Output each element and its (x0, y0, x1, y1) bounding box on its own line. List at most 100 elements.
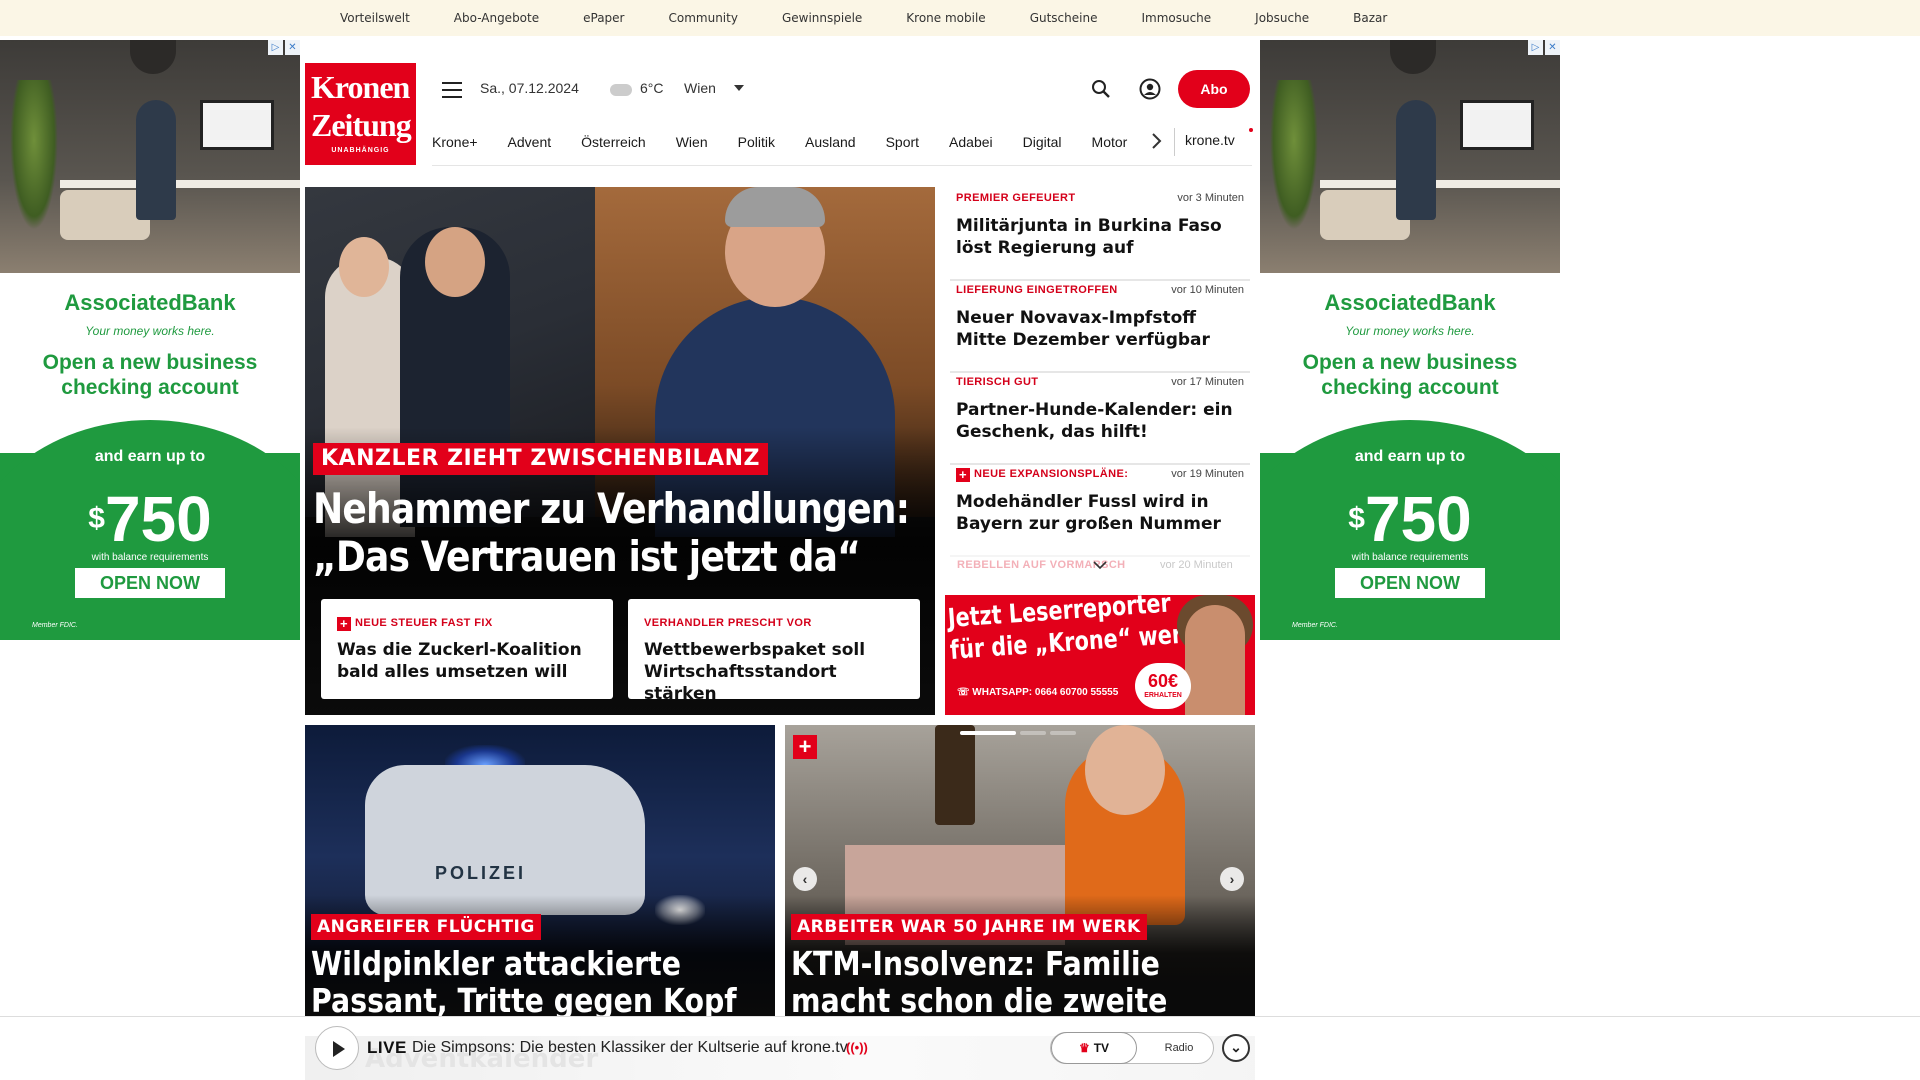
leserreporter-banner[interactable]: Jetzt Leserreporter für die „Krone“ werd… (945, 595, 1255, 715)
carousel-prev-icon[interactable]: ‹ (793, 867, 817, 891)
top-link[interactable]: Jobsuche (1255, 11, 1309, 25)
ad-left[interactable]: AssociatedBank Your money works here. Op… (0, 40, 300, 640)
ad-brand-name: AssociatedBank (1324, 290, 1496, 315)
nav-item[interactable]: Politik (738, 134, 775, 150)
ticker-item[interactable]: PREMIER GEFEUERT vor 3 Minuten Militärjunt… (950, 189, 1250, 281)
nav-item[interactable]: Adabei (949, 134, 993, 150)
ad-cta-button[interactable]: OPEN NOW (75, 568, 225, 598)
nav-item[interactable]: Wien (676, 134, 708, 150)
ticker-time: vor 19 Minuten (1171, 468, 1244, 480)
radio-option[interactable]: Radio (1151, 1033, 1207, 1063)
ticker-item[interactable]: TIERISCH GUT vor 17 Minuten Partner-Hunde-… (950, 373, 1250, 465)
ad-person (1396, 100, 1436, 220)
ticker-time: vor 10 Minuten (1171, 284, 1244, 296)
article-card[interactable]: + ‹ › ARBEITER WAR 50 JAHRE IM WERK KTM-… (785, 725, 1255, 1017)
carousel-indicator[interactable] (960, 731, 1076, 735)
user-icon[interactable] (1139, 78, 1161, 100)
broadcast-icon: ((•)) (846, 1040, 868, 1055)
top-link[interactable]: Gutscheine (1030, 11, 1098, 25)
card-police-car (365, 765, 645, 915)
ad-brand: AssociatedBank (0, 290, 300, 316)
ticker-kicker-text: TIERISCH GUT (956, 376, 1039, 388)
carousel-dot[interactable] (1020, 731, 1046, 735)
ad-brand: AssociatedBank (1260, 290, 1560, 316)
ad-photo (0, 40, 300, 273)
ticker-time: vor 17 Minuten (1171, 376, 1244, 388)
top-link[interactable]: ePaper (583, 11, 624, 25)
top-link[interactable]: Community (669, 11, 738, 25)
live-title[interactable]: Die Simpsons: Die besten Klassiker der K… (412, 1039, 848, 1057)
logo-line-1: Kronen (311, 69, 410, 105)
menu-icon[interactable] (442, 82, 462, 98)
nav-item[interactable]: Digital (1023, 134, 1062, 150)
nav-item[interactable]: Österreich (581, 134, 646, 150)
hero-title[interactable]: Nehammer zu Verhandlungen: „Das Vertraue… (313, 485, 910, 581)
ad-close-icon[interactable]: ✕ (1545, 40, 1560, 55)
nav-item[interactable]: Sport (886, 134, 919, 150)
reporter-woman (1185, 605, 1245, 715)
current-date: Sa., 07.12.2024 (480, 80, 579, 96)
city-select[interactable]: Wien (684, 80, 716, 96)
news-ticker: PREMIER GEFEUERT vor 3 Minuten Militärjunt… (950, 187, 1250, 577)
top-service-bar: Vorteilswelt Abo-Angebote ePaper Community G… (0, 0, 1920, 36)
top-link[interactable]: Bazar (1353, 11, 1387, 25)
nav-item[interactable]: Krone+ (432, 134, 478, 150)
hero-subarticle[interactable]: + NEUE STEUER FAST FIX Was die Zuckerl-Ko… (321, 599, 613, 699)
top-link[interactable]: Immosuche (1141, 11, 1211, 25)
krone-logo[interactable]: Kronen Zeitung UNABHÄNGIG (305, 63, 416, 165)
chevron-right-icon[interactable] (1150, 132, 1162, 150)
ad-choices[interactable]: ▷ ✕ (268, 40, 300, 55)
chevron-down-icon[interactable] (734, 85, 744, 91)
ad-earn: and earn up to (1354, 448, 1466, 465)
logo-line-3: UNABHÄNGIG (331, 147, 390, 154)
top-link[interactable]: Krone mobile (906, 11, 985, 25)
player-expand-icon[interactable]: ⌄ (1222, 1034, 1250, 1062)
article-card[interactable]: POLIZEI ANGREIFER FLÜCHTIG Wildpinkler a… (305, 725, 775, 1017)
abo-button[interactable]: Abo (1178, 70, 1250, 108)
top-link[interactable]: Vorteilswelt (340, 11, 410, 25)
search-icon[interactable] (1091, 79, 1111, 99)
ad-amount-symbol: $ (88, 502, 105, 535)
tv-option[interactable]: ♛ TV (1051, 1032, 1137, 1064)
nav-divider (1174, 128, 1175, 156)
nav-krone-tv[interactable]: krone.tv (1185, 132, 1235, 148)
krone-plus-icon: + (337, 617, 351, 631)
ad-photo (1260, 40, 1560, 273)
chevron-down-icon[interactable] (1092, 560, 1108, 570)
ticker-item[interactable]: LIEFERUNG EINGETROFFEN vor 10 Minuten Neue… (950, 281, 1250, 373)
ad-right[interactable]: AssociatedBank Your money works here. Op… (1260, 40, 1560, 640)
ad-close-icon[interactable]: ✕ (285, 40, 300, 55)
ad-cta-button[interactable]: OPEN NOW (1335, 568, 1485, 598)
hero-person-chancellor-hair (725, 187, 825, 227)
play-button[interactable] (315, 1026, 359, 1070)
carousel-dot[interactable] (1050, 731, 1076, 735)
nav-item[interactable]: Advent (508, 134, 552, 150)
ad-info-icon[interactable]: ▷ (268, 40, 283, 55)
reporter-badge-amount: 60€ (1147, 671, 1179, 691)
hero-subarticle[interactable]: VERHANDLER PRESCHT VOR Wettbewerbspaket … (628, 599, 920, 704)
ad-fdic: Member FDIC. (1292, 622, 1338, 629)
nav-item[interactable]: Ausland (805, 134, 856, 150)
ad-plant (10, 80, 58, 230)
ad-desk (60, 180, 300, 188)
carousel-dot-active[interactable] (960, 731, 1016, 735)
hero-article[interactable]: KANZLER ZIEHT ZWISCHENBILANZ Nehammer zu… (305, 187, 935, 715)
ad-brand-name: AssociatedBank (64, 290, 236, 315)
top-link[interactable]: Gewinnspiele (782, 11, 862, 25)
tv-radio-switch[interactable]: ♛ TV Radio (1050, 1032, 1214, 1064)
ticker-time: vor 3 Minuten (1177, 192, 1244, 204)
carousel-next-icon[interactable]: › (1220, 867, 1244, 891)
ad-choices[interactable]: ▷ ✕ (1528, 40, 1560, 55)
nav-item[interactable]: Motor (1092, 134, 1128, 150)
top-link[interactable]: Abo-Angebote (454, 11, 539, 25)
temperature: 6°C (640, 80, 664, 96)
ticker-kicker-text: LIEFERUNG EINGETROFFEN (956, 284, 1118, 296)
ad-info-icon[interactable]: ▷ (1528, 40, 1543, 55)
ad-monitor (1460, 100, 1534, 150)
ticker-faded-time: vor 20 Minuten (1160, 559, 1233, 571)
ad-requirement: with balance requirements (1351, 552, 1469, 563)
ad-fdic: Member FDIC. (32, 622, 78, 629)
tv-option-label: TV (1093, 1041, 1110, 1055)
ticker-title: Modehändler Fussl wird in Bayern zur gro… (956, 492, 1221, 534)
main-nav: Krone+ Advent Österreich Wien Politik Ausland… (432, 130, 1157, 154)
